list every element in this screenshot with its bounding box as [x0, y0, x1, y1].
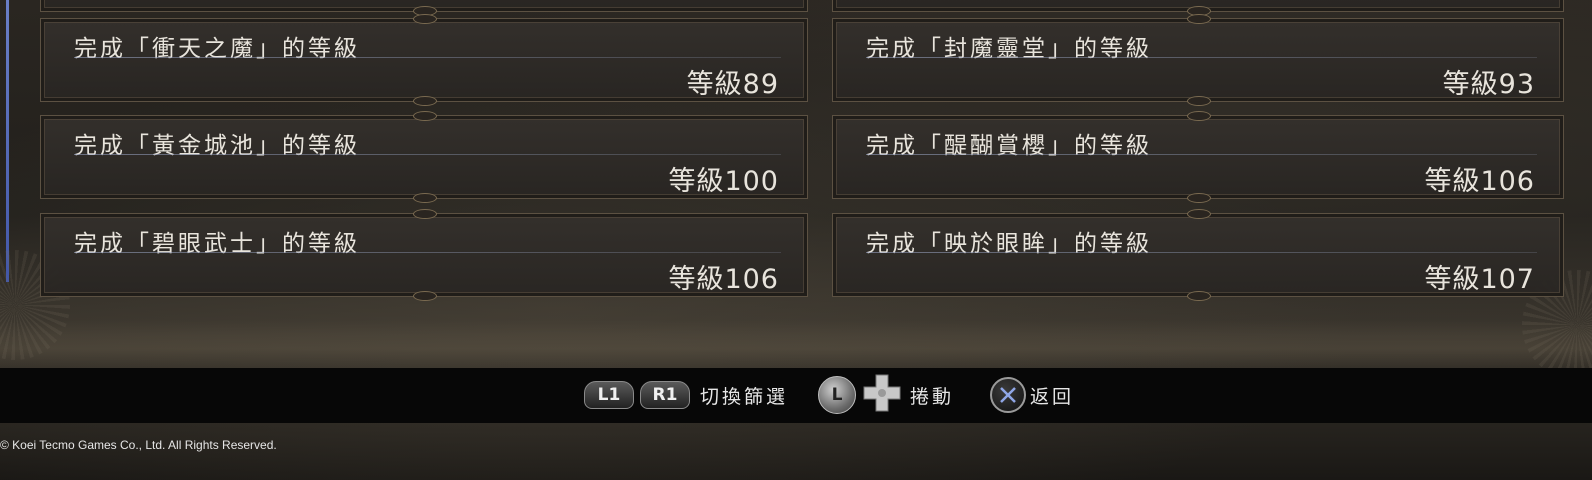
- achievement-card[interactable]: 完成「衝天之魔」的等級 等級89: [40, 14, 808, 106]
- scroll-indicator: [6, 0, 9, 282]
- card-ornament: [413, 96, 437, 106]
- copyright-notice: © Koei Tecmo Games Co., Ltd. All Rights …: [0, 438, 277, 452]
- achievement-card[interactable]: 完成「醍醐賞櫻」的等級 等級106: [832, 111, 1564, 203]
- achievement-card[interactable]: 完成「映於眼眸」的等級 等級107: [832, 209, 1564, 301]
- achievement-level: 等級93: [1442, 69, 1535, 100]
- control-hint-bar: L1 R1 切換篩選 L 捲動 返回: [0, 368, 1592, 423]
- title-underline: [866, 252, 1537, 253]
- title-underline: [74, 57, 781, 58]
- card-ornament: [1187, 209, 1211, 219]
- dpad-icon[interactable]: [862, 373, 902, 417]
- cross-button-icon[interactable]: [990, 377, 1027, 413]
- card-ornament: [413, 193, 437, 203]
- scroll-label: 捲動: [910, 385, 955, 408]
- achievement-card[interactable]: 完成「封魔靈堂」的等級 等級93: [832, 14, 1564, 106]
- title-underline: [74, 252, 781, 253]
- card-ornament: [1187, 14, 1211, 24]
- achievement-card[interactable]: 完成「黃金城池」的等級 等級100: [40, 111, 808, 203]
- switch-filter-label: 切換篩選: [700, 385, 789, 408]
- background-band: [0, 320, 1592, 368]
- achievement-level: 等級106: [668, 264, 779, 295]
- card-ornament: [1187, 193, 1211, 203]
- title-underline: [866, 154, 1537, 155]
- card-ornament: [413, 291, 437, 301]
- card-ornament: [1187, 96, 1211, 106]
- achievement-card[interactable]: 完成「碧眼武士」的等級 等級106: [40, 209, 808, 301]
- card-ornament: [413, 111, 437, 121]
- card-ornament: [413, 209, 437, 219]
- card-ornament: [413, 14, 437, 24]
- card-ornament: [1187, 291, 1211, 301]
- achievement-level: 等級100: [668, 166, 779, 197]
- achievement-level: 等級106: [1424, 166, 1535, 197]
- achievement-level: 等級89: [686, 69, 779, 100]
- control-hints: L1 R1 切換篩選 L 捲動 返回: [584, 374, 1074, 416]
- r1-button-icon[interactable]: R1: [640, 381, 690, 409]
- achievement-list-screen: 完成「衝天之魔」的等級 等級89 完成「黃金城池」的等級 等級100 完成「碧眼…: [0, 0, 1592, 480]
- achievement-level: 等級107: [1424, 264, 1535, 295]
- achievement-card-partial[interactable]: [832, 0, 1564, 16]
- card-ornament: [1187, 111, 1211, 121]
- l1-button-icon[interactable]: L1: [584, 381, 634, 409]
- left-stick-icon[interactable]: L: [818, 376, 857, 414]
- back-label: 返回: [1030, 385, 1075, 408]
- title-underline: [74, 154, 781, 155]
- title-underline: [866, 57, 1537, 58]
- achievement-card-partial[interactable]: [40, 0, 808, 16]
